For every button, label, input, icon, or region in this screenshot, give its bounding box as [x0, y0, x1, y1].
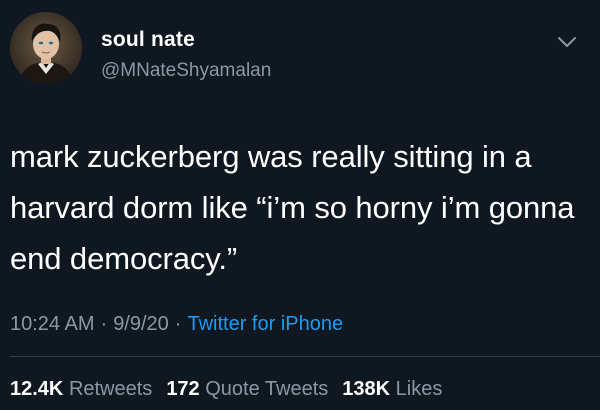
separator: · — [100, 313, 108, 335]
likes-stat[interactable]: 138K Likes — [342, 378, 442, 400]
tweet-metadata: 10:24 AM · 9/9/20 · Twitter for iPhone — [10, 313, 343, 336]
tweet-card: soul nate @MNateShyamalan mark zuckerber… — [0, 0, 600, 410]
chevron-down-icon[interactable] — [556, 34, 578, 50]
tweet-source-link[interactable]: Twitter for iPhone — [187, 313, 343, 335]
quote-tweets-stat[interactable]: 172 Quote Tweets — [166, 378, 328, 400]
likes-count: 138K — [342, 378, 391, 400]
profile-portrait-icon — [10, 12, 82, 84]
avatar[interactable] — [10, 12, 82, 84]
user-handle[interactable]: @MNateShyamalan — [101, 60, 271, 82]
quote-tweets-label: Quote Tweets — [205, 378, 329, 400]
separator: · — [174, 313, 182, 335]
retweets-stat[interactable]: 12.4K Retweets — [10, 378, 152, 400]
divider — [10, 356, 600, 357]
tweet-date[interactable]: 9/9/20 — [113, 313, 169, 335]
quote-tweets-count: 172 — [166, 378, 200, 400]
engagement-stats: 12.4K Retweets 172 Quote Tweets 138K Likes — [10, 378, 456, 401]
retweets-label: Retweets — [68, 378, 153, 400]
likes-label: Likes — [395, 378, 443, 400]
tweet-text: mark zuckerberg was really sitting in a … — [10, 139, 575, 276]
tweet-time[interactable]: 10:24 AM — [10, 313, 95, 335]
display-name[interactable]: soul nate — [101, 28, 195, 52]
retweets-count: 12.4K — [10, 378, 64, 400]
